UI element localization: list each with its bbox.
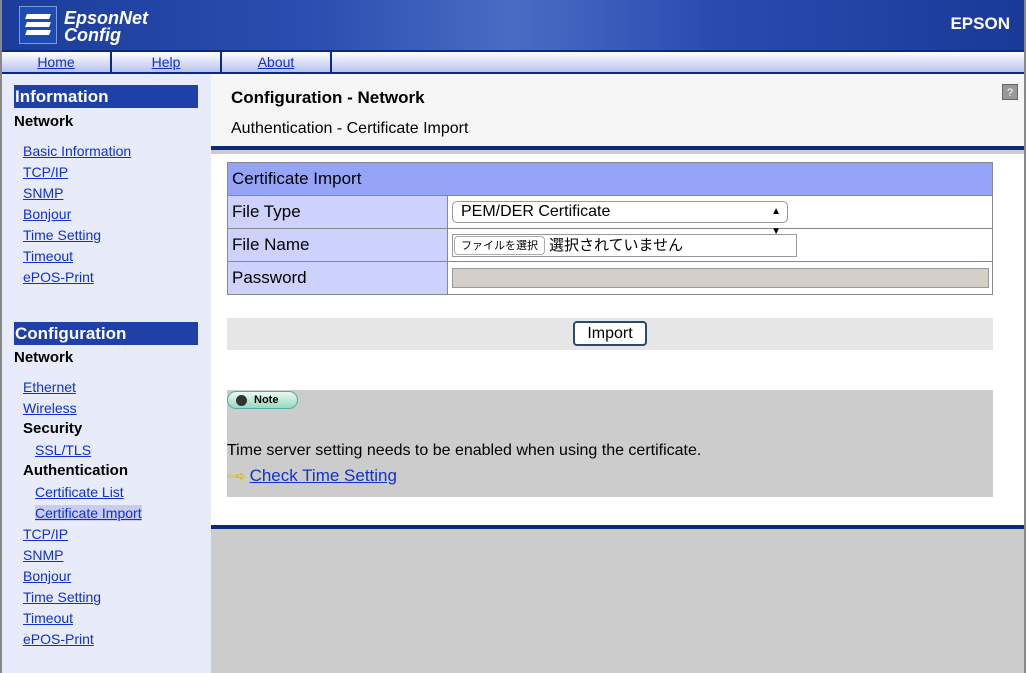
action-bar: Import xyxy=(227,318,993,350)
sidebar-information-network: Network xyxy=(14,113,74,130)
logo-line2: Config xyxy=(64,25,121,45)
page-title: Configuration - Network xyxy=(231,88,425,107)
file-status: 選択されていません xyxy=(549,236,684,254)
file-type-label: File Type xyxy=(227,195,448,229)
nav-about[interactable]: About xyxy=(222,52,332,72)
sidebar-item-certificate-list[interactable]: Certificate List xyxy=(35,484,124,500)
note-text: Time server setting needs to be enabled … xyxy=(227,442,702,459)
sidebar: Information Network Basic Information TC… xyxy=(2,74,211,673)
nav-home[interactable]: Home xyxy=(2,52,112,72)
epsonnet-logo-icon xyxy=(19,6,57,44)
sidebar-configuration-heading: Configuration xyxy=(14,322,198,345)
password-label: Password xyxy=(227,261,448,295)
sidebar-group-authentication: Authentication xyxy=(23,462,128,479)
sidebar-item-tcpip[interactable]: TCP/IP xyxy=(23,164,68,180)
sidebar-item-epos-print[interactable]: ePOS-Print xyxy=(23,269,94,285)
sidebar-item-config-tcpip[interactable]: TCP/IP xyxy=(23,526,68,542)
note-badge-label: Note xyxy=(254,394,279,406)
password-input[interactable] xyxy=(452,268,989,288)
content-area: Certificate Import File Type PEM/DER Cer… xyxy=(211,154,1024,529)
file-type-value: PEM/DER Certificate xyxy=(461,203,611,220)
sidebar-item-time-setting[interactable]: Time Setting xyxy=(23,227,101,243)
form-header: Certificate Import xyxy=(227,162,993,196)
sidebar-item-config-time-setting[interactable]: Time Setting xyxy=(23,589,101,605)
nav-help[interactable]: Help xyxy=(112,52,222,72)
check-time-setting-link[interactable]: Check Time Setting xyxy=(250,466,397,486)
lightbulb-icon xyxy=(236,395,247,406)
sidebar-item-timeout[interactable]: Timeout xyxy=(23,248,73,264)
sidebar-item-ethernet[interactable]: Ethernet xyxy=(23,379,76,395)
top-nav: Home Help About xyxy=(2,50,1024,74)
choose-file-button[interactable]: ファイルを選択 xyxy=(454,235,545,255)
help-icon[interactable]: ? xyxy=(1002,84,1018,100)
sidebar-item-config-snmp[interactable]: SNMP xyxy=(23,547,63,563)
note-box: Note Time server setting needs to be ena… xyxy=(227,390,993,497)
brand-name: EPSON xyxy=(950,14,1010,33)
page-title-bar: Configuration - Network Authentication -… xyxy=(211,74,1024,150)
select-arrows-icon: ▲ ▼ xyxy=(771,206,781,237)
page-subtitle: Authentication - Certificate Import xyxy=(231,120,469,137)
sidebar-item-basic-information[interactable]: Basic Information xyxy=(23,143,131,159)
sidebar-item-certificate-import[interactable]: Certificate Import xyxy=(35,505,142,521)
sidebar-information-heading: Information xyxy=(14,85,198,108)
sidebar-configuration-network: Network xyxy=(14,349,74,366)
note-badge: Note xyxy=(227,391,298,409)
file-type-select[interactable]: PEM/DER Certificate ▲ ▼ xyxy=(452,201,788,237)
sidebar-item-bonjour[interactable]: Bonjour xyxy=(23,206,71,222)
main-panel: Configuration - Network Authentication -… xyxy=(211,74,1024,673)
note-link-row: ▫▫➪ Check Time Setting xyxy=(227,466,397,486)
sidebar-group-security: Security xyxy=(23,420,83,437)
sidebar-item-config-bonjour[interactable]: Bonjour xyxy=(23,568,71,584)
file-name-label: File Name xyxy=(227,228,448,262)
file-name-input[interactable]: ファイルを選択 選択されていません xyxy=(452,233,797,257)
sidebar-item-config-timeout[interactable]: Timeout xyxy=(23,610,73,626)
certificate-import-form: Certificate Import File Type PEM/DER Cer… xyxy=(227,162,993,295)
sidebar-item-ssl-tls[interactable]: SSL/TLS xyxy=(35,442,91,458)
sidebar-item-config-epos-print[interactable]: ePOS-Print xyxy=(23,631,94,647)
browser-window: EpsonNet Config EPSON Home Help About Inf… xyxy=(2,0,1024,673)
sidebar-item-wireless[interactable]: Wireless xyxy=(23,400,77,416)
sidebar-item-snmp[interactable]: SNMP xyxy=(23,185,63,201)
arrow-right-icon: ▫▫➪ xyxy=(227,469,246,483)
header-banner: EpsonNet Config EPSON xyxy=(2,0,1024,50)
import-button[interactable]: Import xyxy=(573,321,647,346)
app-logo-text: EpsonNet Config xyxy=(64,9,148,45)
